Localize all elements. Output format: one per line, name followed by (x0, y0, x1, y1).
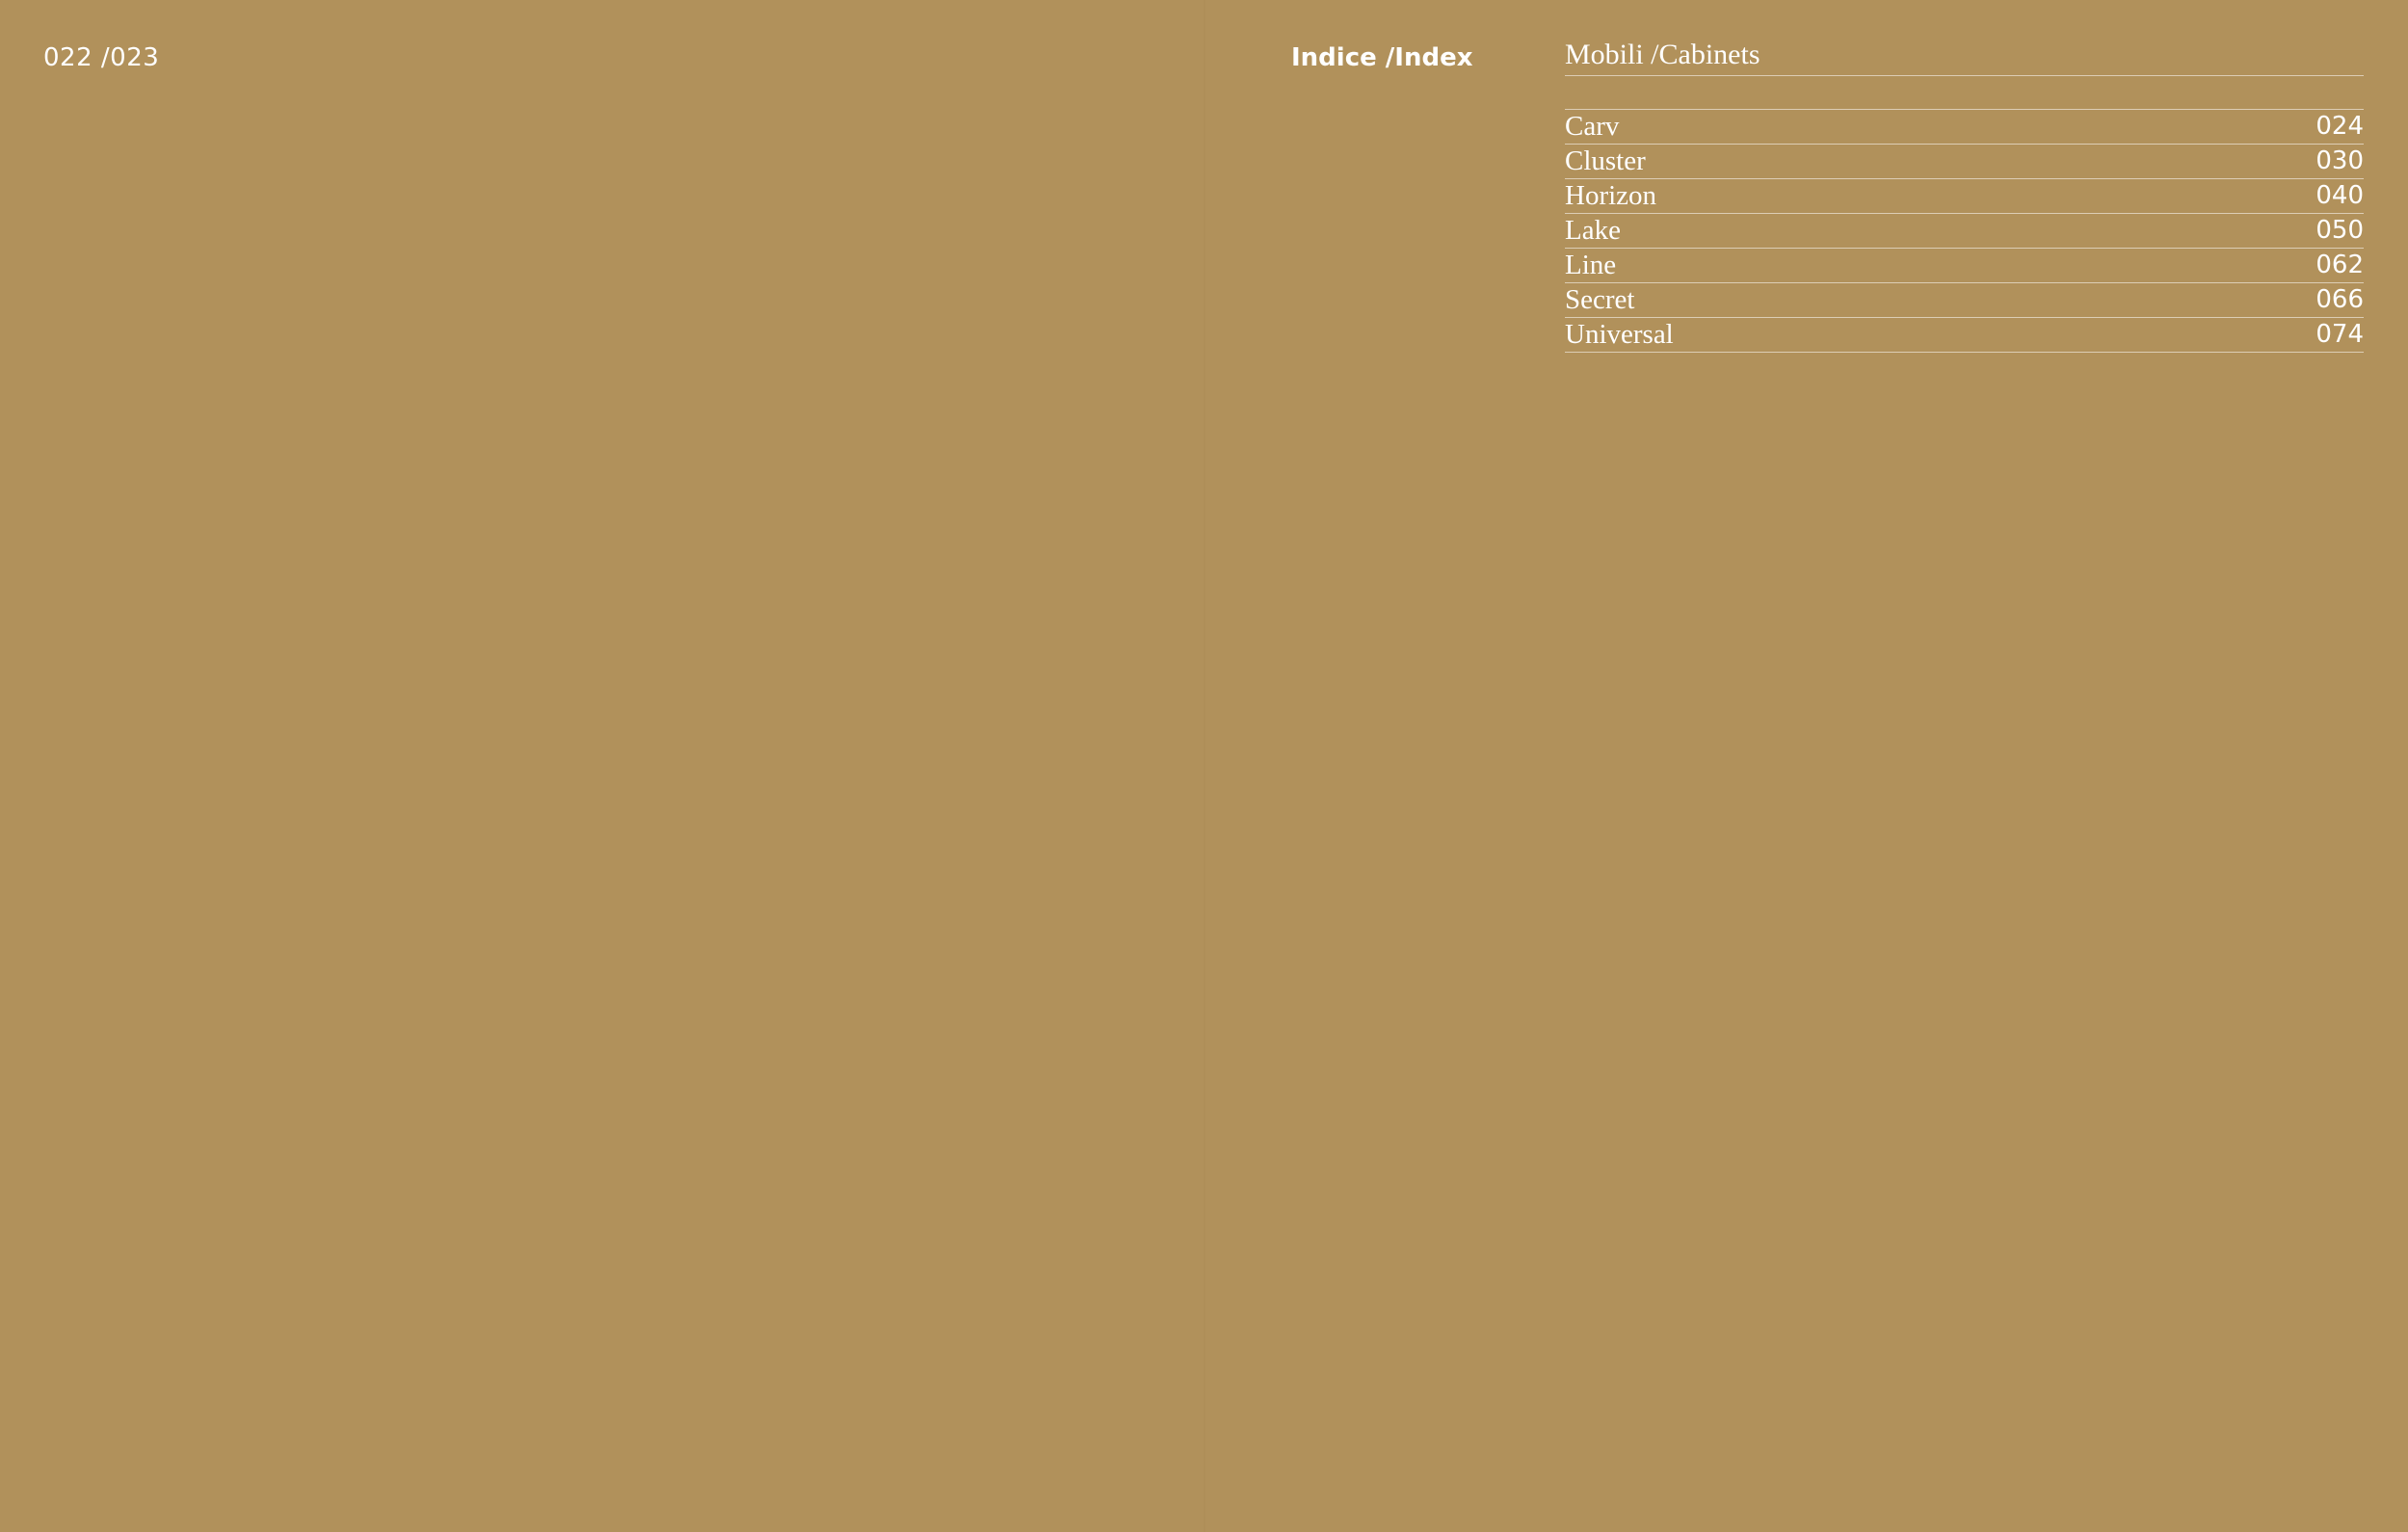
index-entry-universal[interactable]: Universal 074 (1565, 318, 2364, 353)
index-entry-horizon[interactable]: Horizon 040 (1565, 179, 2364, 214)
entry-page-number: 040 (2315, 181, 2364, 210)
entry-name: Universal (1565, 319, 1674, 350)
index-section: Mobili /Cabinets Carv 024 Cluster 030 Ho… (1565, 35, 2364, 353)
entry-name: Secret (1565, 284, 1635, 315)
catalog-spread: { "folio": { "page_numbers": "022 /023" … (0, 0, 2408, 1532)
index-entry-cluster[interactable]: Cluster 030 (1565, 145, 2364, 179)
entry-name: Lake (1565, 215, 1621, 246)
index-entry-carv[interactable]: Carv 024 (1565, 110, 2364, 145)
section-heading: Mobili /Cabinets (1565, 35, 2364, 76)
index-entries-list: Carv 024 Cluster 030 Horizon 040 Lake 05… (1565, 109, 2364, 353)
page-numbers: 022 /023 (43, 43, 160, 72)
entry-name: Carv (1565, 111, 1620, 142)
index-entry-lake[interactable]: Lake 050 (1565, 214, 2364, 249)
entry-page-number: 066 (2315, 285, 2364, 314)
entry-page-number: 030 (2315, 146, 2364, 175)
entry-page-number: 062 (2315, 251, 2364, 279)
page-spine-divider (1204, 0, 1205, 1532)
entry-name: Horizon (1565, 180, 1657, 211)
entry-name: Cluster (1565, 145, 1646, 176)
index-title: Indice /Index (1291, 43, 1473, 72)
entry-page-number: 024 (2315, 112, 2364, 141)
index-entry-line[interactable]: Line 062 (1565, 249, 2364, 283)
entry-page-number: 074 (2315, 320, 2364, 349)
entry-name: Line (1565, 250, 1617, 280)
entry-page-number: 050 (2315, 216, 2364, 245)
index-entry-secret[interactable]: Secret 066 (1565, 283, 2364, 318)
